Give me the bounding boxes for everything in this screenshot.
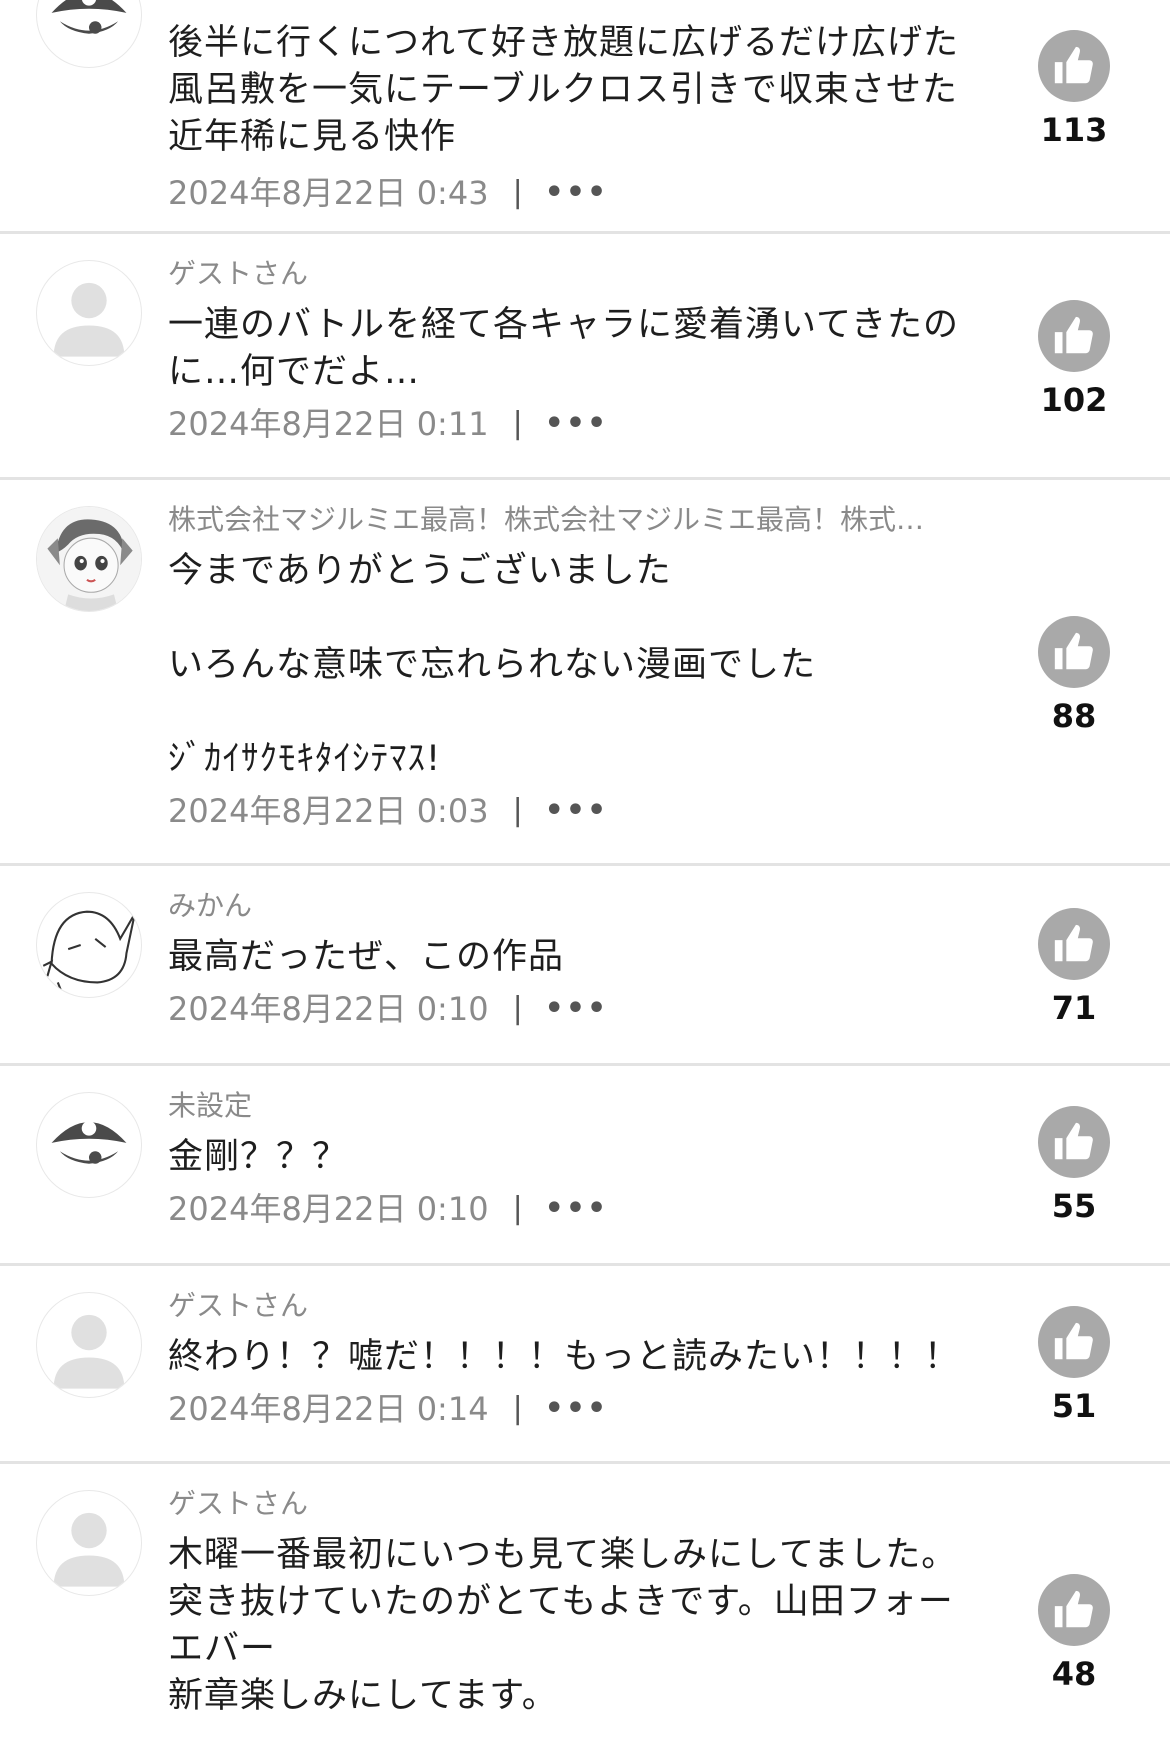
comment-item: みかん 最高だったぜ、この作品 2024年8月22日 0:10 | ••• 71 xyxy=(0,866,1170,1066)
meta-separator: | xyxy=(512,1391,523,1426)
comment-text: 一連のバトルを経て各キャラに愛着湧いてきたの に…何でだよ… xyxy=(168,305,959,392)
sketch-face-avatar[interactable] xyxy=(36,892,142,998)
username[interactable]: ゲストさん xyxy=(168,1484,1008,1524)
more-options-icon[interactable]: ••• xyxy=(545,402,609,446)
meta-separator: | xyxy=(512,406,523,441)
comment-item: ゲストさん 一連のバトルを経て各キャラに愛着湧いてきたの に…何でだよ… 202… xyxy=(0,234,1170,480)
username[interactable]: ゲストさん xyxy=(168,1286,1008,1326)
comment-date: 2024年8月22日 0:14 xyxy=(168,1390,489,1428)
thumbs-up-icon[interactable] xyxy=(1038,616,1110,688)
username[interactable]: ゲストさん xyxy=(168,254,1008,294)
comment-item: 未設定 金剛？？？ 2024年8月22日 0:10 | ••• 55 xyxy=(0,1066,1170,1266)
comment-text: 後半に行くにつれて好き放題に広げるだけ広げた 風呂敷を一気にテーブルクロス引きで… xyxy=(168,23,959,157)
default-user-icon[interactable] xyxy=(36,1490,142,1596)
manga-girl-avatar[interactable] xyxy=(36,506,142,612)
pirate-icon[interactable] xyxy=(36,0,142,68)
thumbs-up-icon[interactable] xyxy=(1038,1574,1110,1646)
like-count: 113 xyxy=(1040,111,1108,149)
more-options-icon[interactable]: ••• xyxy=(545,789,609,833)
username[interactable]: 株式会社マジルミエ最高！株式会社マジルミエ最高！株式… xyxy=(168,500,1008,540)
comment-date: 2024年8月22日 0:03 xyxy=(168,792,489,830)
default-user-icon[interactable] xyxy=(36,260,142,366)
comment-list: 後半に行くにつれて好き放題に広げるだけ広げた 風呂敷を一気にテーブルクロス引きで… xyxy=(0,0,1170,1717)
comment-text: 終わり！？嘘だ！！！！もっと読みたい！！！！ xyxy=(168,1337,961,1377)
thumbs-up-icon[interactable] xyxy=(1038,1306,1110,1378)
like-count: 88 xyxy=(1051,697,1097,735)
like-count: 71 xyxy=(1051,989,1097,1027)
comment-date: 2024年8月22日 0:10 xyxy=(168,990,489,1028)
comment-text: 今までありがとうございました いろんな意味で忘れられない漫画でした ｼﾞｶｲｻｸ… xyxy=(168,551,817,779)
comment-date: 2024年8月22日 0:10 xyxy=(168,1190,489,1228)
meta-separator: | xyxy=(512,793,523,828)
like-count: 102 xyxy=(1040,381,1108,419)
comment-date: 2024年8月22日 0:11 xyxy=(168,405,489,443)
username[interactable]: 未設定 xyxy=(168,1086,1008,1126)
comment-item: 株式会社マジルミエ最高！株式会社マジルミエ最高！株式… 今までありがとうございま… xyxy=(0,480,1170,866)
more-options-icon[interactable]: ••• xyxy=(545,171,609,215)
comment-text: 木曜一番最初にいつも見て楽しみにしてました。 突き抜けていたのがとてもよきです。… xyxy=(168,1535,958,1716)
comment-text: 最高だったぜ、この作品 xyxy=(168,937,565,977)
thumbs-up-icon[interactable] xyxy=(1038,30,1110,102)
meta-separator: | xyxy=(512,991,523,1026)
comment-date: 2024年8月22日 0:43 xyxy=(168,174,489,212)
thumbs-up-icon[interactable] xyxy=(1038,300,1110,372)
comment-text: 金剛？？？ xyxy=(168,1137,349,1177)
thumbs-up-icon[interactable] xyxy=(1038,1106,1110,1178)
comment-item: ゲストさん 木曜一番最初にいつも見て楽しみにしてました。 突き抜けていたのがとて… xyxy=(0,1464,1170,1764)
more-options-icon[interactable]: ••• xyxy=(545,1387,609,1431)
username[interactable]: みかん xyxy=(168,886,1008,926)
like-count: 55 xyxy=(1051,1187,1097,1225)
like-count: 48 xyxy=(1051,1655,1097,1693)
comment-item: 後半に行くにつれて好き放題に広げるだけ広げた 風呂敷を一気にテーブルクロス引きで… xyxy=(0,0,1170,234)
default-user-icon[interactable] xyxy=(36,1292,142,1398)
meta-separator: | xyxy=(512,175,523,210)
comment-item: ゲストさん 終わり！？嘘だ！！！！もっと読みたい！！！！ 2024年8月22日 … xyxy=(0,1266,1170,1464)
more-options-icon[interactable]: ••• xyxy=(545,1187,609,1231)
meta-separator: | xyxy=(512,1191,523,1226)
thumbs-up-icon[interactable] xyxy=(1038,908,1110,980)
like-count: 51 xyxy=(1051,1387,1097,1425)
pirate-icon[interactable] xyxy=(36,1092,142,1198)
more-options-icon[interactable]: ••• xyxy=(545,987,609,1031)
